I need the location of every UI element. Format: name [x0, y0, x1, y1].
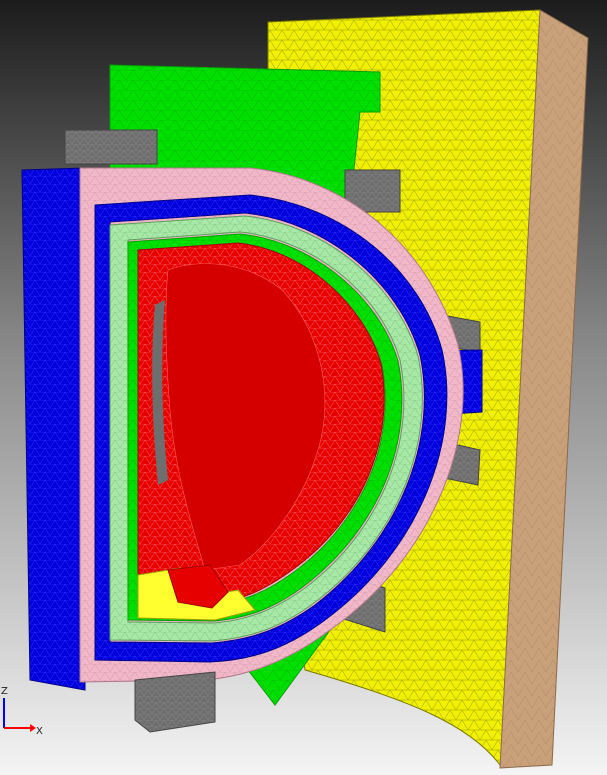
fem-mesh-scene: Z X: [0, 0, 607, 775]
support-block: [134, 671, 216, 733]
blue-left-column: [21, 167, 86, 691]
mesh-viewport[interactable]: Z X: [0, 0, 607, 775]
axis-x-label: X: [36, 726, 43, 737]
axis-z-label: Z: [1, 686, 8, 697]
support-block: [64, 129, 158, 165]
